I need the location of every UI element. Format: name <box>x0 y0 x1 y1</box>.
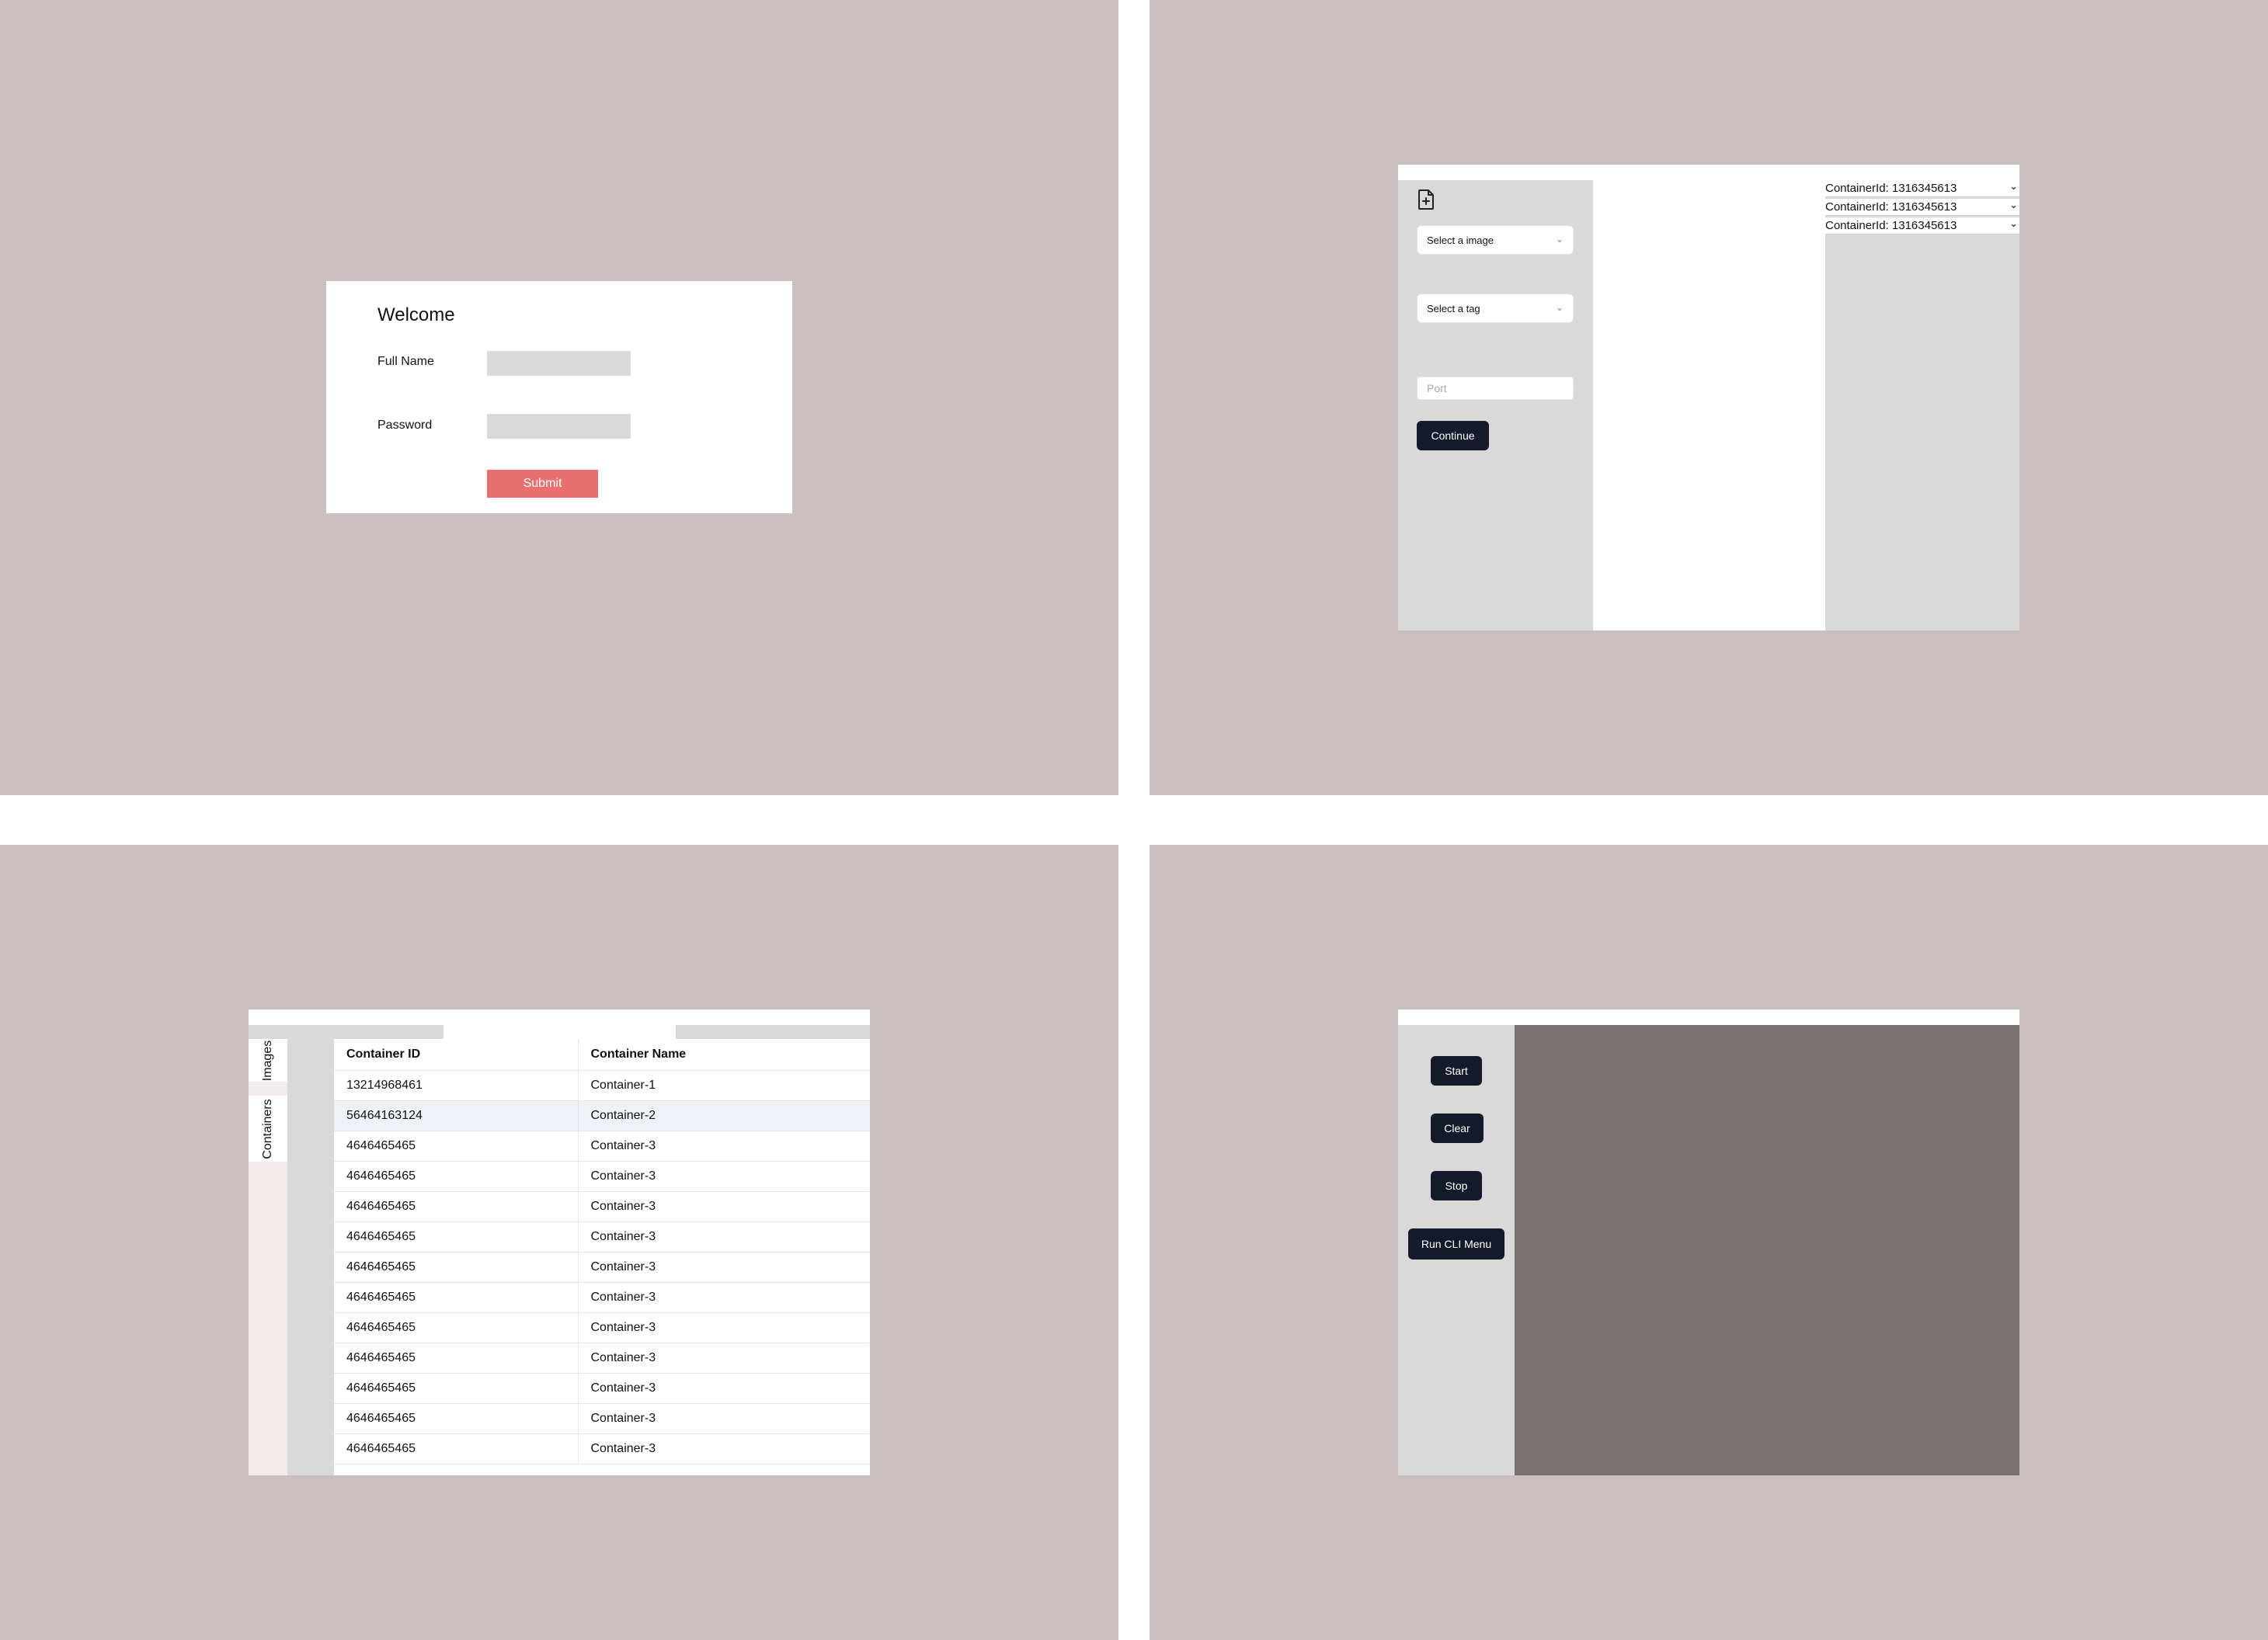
container-name-cell: Container-3 <box>578 1131 870 1162</box>
vertical-tab-strip: Images Containers <box>249 1039 287 1475</box>
continue-button[interactable]: Continue <box>1417 421 1489 450</box>
login-card: Welcome Full Name Password Submit <box>326 281 792 513</box>
run-cli-menu-button[interactable]: Run CLI Menu <box>1408 1228 1504 1260</box>
chevron-down-icon: ⌄ <box>1555 234 1564 245</box>
container-id-label: ContainerId: 1316345613 <box>1825 182 1957 195</box>
chevron-down-icon: ⌄ <box>1555 302 1564 313</box>
container-dropdown[interactable]: ContainerId: 1316345613 ⌄ <box>1825 180 2019 197</box>
table-row[interactable]: 4646465465 Container-3 <box>334 1433 870 1465</box>
container-id-cell: 4646465465 <box>334 1282 579 1313</box>
container-id-cell: 4646465465 <box>334 1403 579 1434</box>
container-name-cell: Container-3 <box>578 1252 870 1283</box>
container-name-cell: Container-3 <box>578 1343 870 1374</box>
table-row[interactable]: 4646465465 Container-3 <box>334 1282 870 1313</box>
image-select-placeholder: Select a image <box>1427 235 1494 246</box>
container-list-panel: ContainerId: 1316345613 ⌄ ContainerId: 1… <box>1825 180 2019 631</box>
sidebar-gutter <box>287 1039 334 1475</box>
container-id-label: ContainerId: 1316345613 <box>1825 219 1957 232</box>
column-header: Container ID <box>334 1039 579 1071</box>
tab-images-label: Images <box>261 1040 274 1081</box>
table-header-row: Container ID Container Name <box>334 1039 870 1071</box>
app-window: Select a image ⌄ Select a tag ⌄ Continue… <box>1398 165 2019 631</box>
container-id-cell: 4646465465 <box>334 1373 579 1404</box>
container-name-cell: Container-3 <box>578 1161 870 1192</box>
top-bar-segment <box>249 1025 444 1039</box>
table-row[interactable]: 4646465465 Container-3 <box>334 1312 870 1343</box>
tag-select[interactable]: Select a tag ⌄ <box>1417 294 1574 323</box>
tab-containers[interactable]: Containers <box>249 1096 287 1162</box>
create-form-panel: Select a image ⌄ Select a tag ⌄ Continue <box>1398 180 1593 631</box>
tag-select-placeholder: Select a tag <box>1427 303 1480 314</box>
column-header: Container Name <box>578 1039 870 1071</box>
table-row[interactable]: 4646465465 Container-3 <box>334 1403 870 1434</box>
password-label: Password <box>377 419 433 432</box>
submit-button[interactable]: Submit <box>487 470 598 498</box>
run-controls-screen: Start Clear Stop Run CLI Menu <box>1150 845 2268 1640</box>
controls-panel: Start Clear Stop Run CLI Menu <box>1398 1025 1515 1475</box>
table-row[interactable]: 4646465465 Container-3 <box>334 1373 870 1404</box>
container-id-cell: 13214968461 <box>334 1070 579 1101</box>
file-add-icon[interactable] <box>1417 189 1435 210</box>
container-id-label: ContainerId: 1316345613 <box>1825 200 1957 214</box>
tab-images[interactable]: Images <box>249 1039 287 1082</box>
create-container-screen: Select a image ⌄ Select a tag ⌄ Continue… <box>1150 0 2268 795</box>
clear-button[interactable]: Clear <box>1431 1114 1484 1143</box>
container-id-cell: 4646465465 <box>334 1131 579 1162</box>
table-row[interactable]: 4646465465 Container-3 <box>334 1221 870 1253</box>
table-row[interactable]: 4646465465 Container-3 <box>334 1161 870 1192</box>
full-name-label: Full Name <box>377 355 434 368</box>
container-name-cell: Container-2 <box>578 1100 870 1131</box>
container-id-cell: 4646465465 <box>334 1252 579 1283</box>
container-id-cell: 4646465465 <box>334 1312 579 1343</box>
container-name-cell: Container-3 <box>578 1373 870 1404</box>
container-id-cell: 4646465465 <box>334 1343 579 1374</box>
table-row[interactable]: 4646465465 Container-3 <box>334 1191 870 1222</box>
container-name-cell: Container-3 <box>578 1433 870 1465</box>
containers-screen: Images Containers Container ID Container… <box>0 845 1118 1640</box>
container-name-cell: Container-3 <box>578 1191 870 1222</box>
terminal-output[interactable] <box>1515 1025 2019 1475</box>
table-row[interactable]: 4646465465 Container-3 <box>334 1343 870 1374</box>
table-row[interactable]: 4646465465 Container-3 <box>334 1131 870 1162</box>
container-name-cell: Container-3 <box>578 1221 870 1253</box>
container-id-cell: 56464163124 <box>334 1100 579 1131</box>
container-name-cell: Container-3 <box>578 1312 870 1343</box>
start-button[interactable]: Start <box>1431 1056 1482 1086</box>
table-row[interactable]: 13214968461 Container-1 <box>334 1070 870 1101</box>
container-id-cell: 4646465465 <box>334 1161 579 1192</box>
container-name-cell: Container-3 <box>578 1282 870 1313</box>
welcome-title: Welcome <box>377 304 455 325</box>
login-screen: Welcome Full Name Password Submit <box>0 0 1118 795</box>
full-name-input[interactable] <box>487 351 631 376</box>
container-id-cell: 4646465465 <box>334 1433 579 1465</box>
container-dropdown[interactable]: ContainerId: 1316345613 ⌄ <box>1825 199 2019 216</box>
table-row[interactable]: 4646465465 Container-3 <box>334 1252 870 1283</box>
container-dropdown[interactable]: ContainerId: 1316345613 ⌄ <box>1825 217 2019 235</box>
chevron-down-icon: ⌄ <box>2009 180 2018 192</box>
chevron-down-icon: ⌄ <box>2009 199 2018 210</box>
port-input[interactable] <box>1417 377 1574 400</box>
container-id-cell: 4646465465 <box>334 1191 579 1222</box>
app-window: Images Containers Container ID Container… <box>249 1009 870 1475</box>
container-name-cell: Container-3 <box>578 1403 870 1434</box>
password-input[interactable] <box>487 414 631 439</box>
stop-button[interactable]: Stop <box>1431 1171 1482 1200</box>
containers-table: Container ID Container Name 13214968461 C… <box>334 1039 870 1465</box>
container-name-cell: Container-1 <box>578 1070 870 1101</box>
tab-containers-label: Containers <box>261 1098 274 1159</box>
app-window: Start Clear Stop Run CLI Menu <box>1398 1009 2019 1475</box>
container-id-cell: 4646465465 <box>334 1221 579 1253</box>
image-select[interactable]: Select a image ⌄ <box>1417 225 1574 255</box>
top-bar-segment <box>676 1025 870 1039</box>
table-row[interactable]: 56464163124 Container-2 <box>334 1100 870 1131</box>
chevron-down-icon: ⌄ <box>2009 217 2018 229</box>
